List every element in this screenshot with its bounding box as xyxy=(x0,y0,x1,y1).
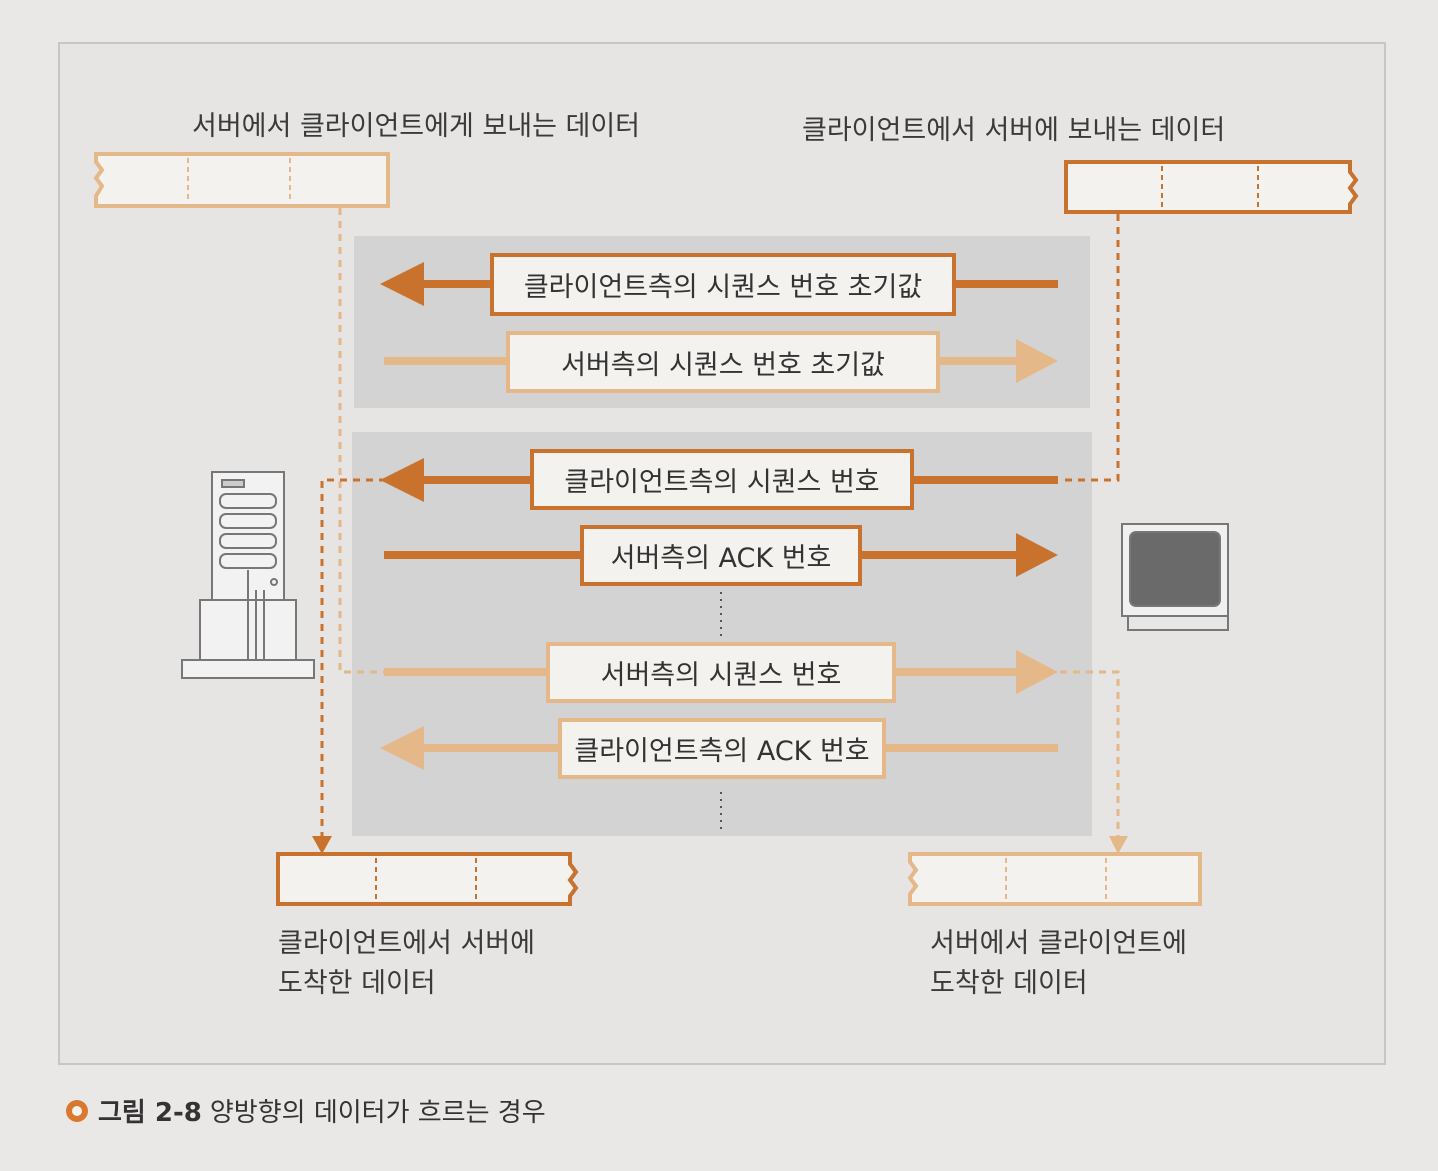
arrow-server-seq: 서버측의 시퀀스 번호 xyxy=(546,642,896,703)
circle-bullet-icon xyxy=(66,1099,88,1122)
monitor-icon xyxy=(1121,523,1229,631)
buffer-bottom-right xyxy=(907,852,1202,906)
arrow-label: 서버측의 시퀀스 번호 초기값 xyxy=(561,349,885,381)
label-line: 도착한 데이터 xyxy=(930,968,1088,999)
arrowhead-to-bottom-right xyxy=(1109,836,1128,854)
label-arrived-at-server: 클라이언트에서 서버에 도착한 데이터 xyxy=(278,924,535,1004)
buffer-top-left xyxy=(93,152,390,208)
arrow-client-seq: 클라이언트측의 시퀀스 번호 xyxy=(530,449,914,510)
arrow-label: 클라이언트측의 시퀀스 번호 초기값 xyxy=(523,272,923,303)
arrow-label: 클라이언트측의 시퀀스 번호 xyxy=(564,467,880,498)
figure-caption: 그림 2-8 양방향의 데이터가 흐르는 경우 xyxy=(66,1092,546,1129)
arrow-client-seq-initial: 클라이언트측의 시퀀스 번호 초기값 xyxy=(490,253,956,316)
label-line: 클라이언트에서 서버에 xyxy=(278,928,535,959)
label-line: 도착한 데이터 xyxy=(278,968,436,999)
arrow-label: 서버측의 시퀀스 번호 xyxy=(600,660,842,691)
label-client-to-server-data: 클라이언트에서 서버에 보내는 데이터 xyxy=(802,115,1226,146)
arrow-label: 클라이언트측의 ACK 번호 xyxy=(574,736,870,767)
server-icon xyxy=(181,471,315,679)
arrow-server-ack: 서버측의 ACK 번호 xyxy=(580,525,862,586)
label-line: 서버에서 클라이언트에 xyxy=(930,928,1187,959)
buffer-bottom-left xyxy=(276,852,579,906)
arrow-label: 서버측의 ACK 번호 xyxy=(610,543,832,574)
label-server-to-client-data: 서버에서 클라이언트에게 보내는 데이터 xyxy=(192,111,641,142)
arrowhead-to-bottom-left xyxy=(312,836,332,854)
figure-number: 그림 2-8 xyxy=(98,1098,202,1128)
figure-title: 양방향의 데이터가 흐르는 경우 xyxy=(209,1098,546,1128)
arrow-client-ack: 클라이언트측의 ACK 번호 xyxy=(558,718,886,779)
buffer-top-right xyxy=(1064,160,1359,214)
arrow-server-seq-initial: 서버측의 시퀀스 번호 초기값 xyxy=(506,331,940,393)
label-arrived-at-client: 서버에서 클라이언트에 도착한 데이터 xyxy=(930,924,1187,1004)
